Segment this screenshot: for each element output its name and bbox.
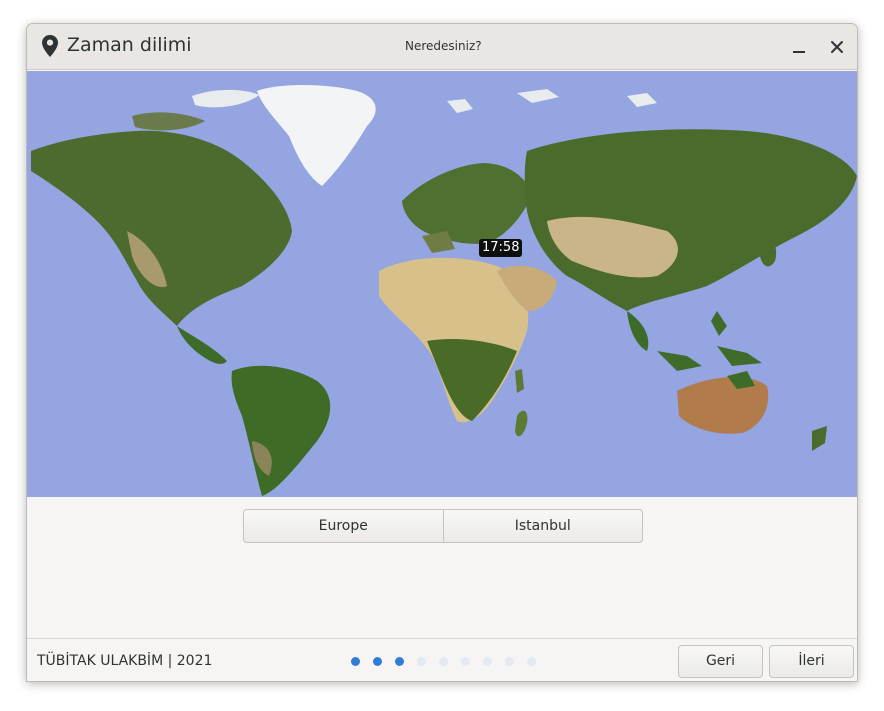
titlebar: Zaman dilimi Neredesiniz?: [27, 24, 857, 70]
region-selector[interactable]: Europe: [244, 510, 443, 542]
progress-dot: [351, 657, 360, 666]
back-button[interactable]: Geri: [678, 645, 763, 678]
world-map[interactable]: 17:58: [27, 71, 857, 497]
world-map-image: [31, 85, 857, 496]
progress-dot: [373, 657, 382, 666]
progress-dot: [439, 657, 448, 666]
progress-dots: [351, 657, 549, 666]
window-title: Zaman dilimi: [67, 34, 192, 56]
footer: TÜBİTAK ULAKBİM | 2021 Geri İleri: [27, 638, 857, 681]
progress-dot: [461, 657, 470, 666]
next-button[interactable]: İleri: [769, 645, 854, 678]
progress-dot: [527, 657, 536, 666]
minimize-icon[interactable]: [788, 36, 810, 58]
progress-dot: [417, 657, 426, 666]
timezone-selector: Europe Istanbul: [243, 509, 643, 543]
timezone-window: Zaman dilimi Neredesiniz? 17:58 Europe I…: [26, 23, 858, 682]
city-selector[interactable]: Istanbul: [442, 510, 643, 542]
window-subtitle: Neredesiniz?: [405, 39, 482, 53]
location-pin-icon: [41, 34, 59, 58]
progress-dot: [505, 657, 514, 666]
progress-dot: [483, 657, 492, 666]
close-icon[interactable]: [826, 36, 848, 58]
progress-dot: [395, 657, 404, 666]
credit-text: TÜBİTAK ULAKBİM | 2021: [37, 653, 213, 669]
time-label: 17:58: [479, 239, 523, 257]
